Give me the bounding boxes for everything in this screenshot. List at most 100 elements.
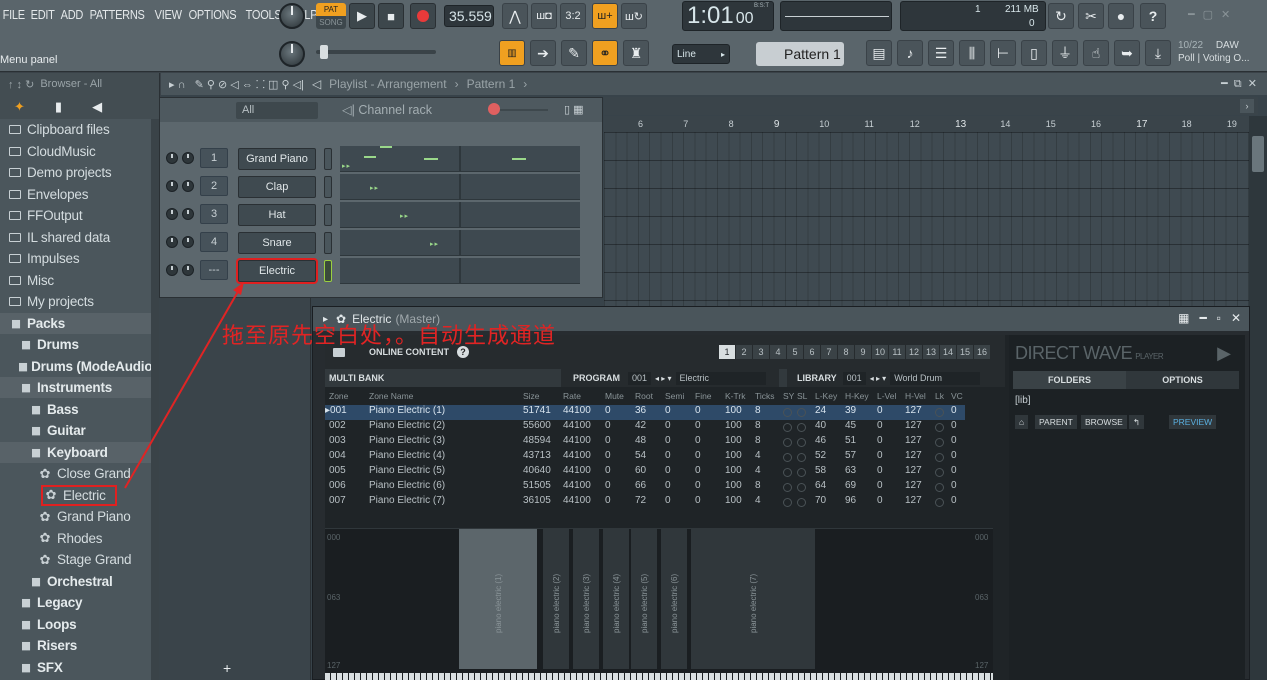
project-tree-button[interactable]: ⊢ xyxy=(990,40,1016,66)
channel-select-led[interactable] xyxy=(324,260,332,282)
library-nav-icon[interactable]: ◂ ▸ ▾ xyxy=(870,374,887,383)
play-button[interactable]: ▶ xyxy=(349,3,375,29)
menu-edit[interactable]: EDIT xyxy=(28,8,57,22)
page-button-12[interactable]: 12 xyxy=(906,345,922,359)
link-button[interactable]: ⚭ xyxy=(592,40,618,66)
playlist-tools-icon[interactable]: ▸ ∩ ✎ ⚲ ⊘ ◁ ⇔ ⸬ ◫ ⚲ ◁| xyxy=(169,77,304,92)
zone-toggle[interactable] xyxy=(783,468,792,477)
cut-tool-button[interactable]: ✂ xyxy=(1078,3,1104,29)
channel-step-sequence[interactable]: ▸▸ xyxy=(340,202,580,228)
stop-button[interactable]: ■ xyxy=(378,3,404,29)
channel-step-sequence[interactable]: ▸▸ xyxy=(340,146,580,172)
page-button-7[interactable]: 7 xyxy=(821,345,837,359)
channel-step-sequence[interactable] xyxy=(340,258,580,284)
channel-pan-knob[interactable] xyxy=(166,236,178,248)
channel-name-button[interactable]: Hat xyxy=(238,204,316,226)
zone-toggle[interactable] xyxy=(783,453,792,462)
page-button-14[interactable]: 14 xyxy=(940,345,956,359)
metronome-button[interactable]: ⋀ xyxy=(502,3,528,29)
tab-options[interactable]: OPTIONS xyxy=(1126,371,1239,389)
channel-filter-select[interactable]: All xyxy=(236,102,318,119)
browser-item-envelopes[interactable]: Envelopes xyxy=(0,184,152,205)
export-button[interactable]: ➥ xyxy=(1114,40,1140,66)
master-pitch-slider[interactable] xyxy=(316,45,436,59)
touch-button[interactable]: ☝ xyxy=(1083,40,1109,66)
zone-row[interactable]: 003 Piano Electric (3) 48594 44100 0 48 0 0 100 8… xyxy=(325,435,965,450)
browser-view-button[interactable]: ☰ xyxy=(928,40,954,66)
page-button-2[interactable]: 2 xyxy=(736,345,752,359)
browser-item-legacy[interactable]: ▮▮ Legacy xyxy=(0,592,152,613)
column-header[interactable]: SY xyxy=(783,391,794,401)
home-button[interactable]: ⌂ xyxy=(1015,415,1029,429)
column-header[interactable]: VC xyxy=(951,391,963,401)
browser-item-instruments[interactable]: ▮▮ Instruments xyxy=(0,377,152,398)
menu-patterns[interactable]: PATTERNS xyxy=(87,8,147,22)
audio-input-button[interactable]: ● xyxy=(1108,3,1134,29)
program-nav-icon[interactable]: ◂ ▸ ▾ xyxy=(655,374,672,383)
column-header[interactable]: Ticks xyxy=(755,391,775,401)
browser-item-packs[interactable]: ▮▮ Packs xyxy=(0,312,152,334)
browser-item-drums-modeaudio-[interactable]: ▮▮ Drums (ModeAudio) xyxy=(0,356,157,377)
library-number[interactable]: 001 xyxy=(842,371,866,385)
help-button[interactable]: ? xyxy=(1140,3,1166,29)
zone-row[interactable]: 005 Piano Electric (5) 40640 44100 0 60 0 0 100 4… xyxy=(325,465,965,480)
playlist-timeline-ruler[interactable]: 6 7 8 9 10 11 12 13 14 15 16 17 18 19 xyxy=(604,116,1258,132)
menu-add[interactable]: ADD xyxy=(58,8,86,22)
column-header[interactable]: L-Vel xyxy=(877,391,896,401)
zone-row[interactable]: 007 Piano Electric (7) 36105 44100 0 72 0 0 100 4… xyxy=(325,495,965,510)
page-button-8[interactable]: 8 xyxy=(838,345,854,359)
channel-rack-view-button[interactable]: ▤ xyxy=(866,40,892,66)
zone-toggle[interactable] xyxy=(797,483,806,492)
channel-pan-knob[interactable] xyxy=(166,208,178,220)
channel-select-led[interactable] xyxy=(324,148,332,170)
plugin-button[interactable]: ⏚ xyxy=(1052,40,1078,66)
channel-name-button[interactable]: Electric xyxy=(236,258,318,284)
browser-item-guitar[interactable]: ▮▮ Guitar xyxy=(0,420,152,441)
zone-toggle[interactable] xyxy=(935,453,944,462)
browser-item-drums[interactable]: ▮▮ Drums xyxy=(0,334,152,355)
zone-row[interactable]: ▸001 Piano Electric (1) 51741 44100 0 36 0 0 100… xyxy=(325,405,965,420)
browser-item-close-grand[interactable]: ✿ Close Grand xyxy=(0,463,152,484)
channel-step-sequence[interactable]: ▸▸ xyxy=(340,174,580,200)
browser-item-ffoutput[interactable]: FFOutput xyxy=(0,205,152,226)
mixer-view-button[interactable]: ⫼ xyxy=(959,40,985,66)
channel-volume-knob[interactable] xyxy=(182,264,194,276)
column-header[interactable]: Lk xyxy=(935,391,944,401)
zone-toggle[interactable] xyxy=(783,498,792,507)
column-header[interactable]: K-Trk xyxy=(725,391,745,401)
zone-toggle[interactable] xyxy=(935,498,944,507)
column-header[interactable]: Mute xyxy=(605,391,624,401)
page-button-9[interactable]: 9 xyxy=(855,345,871,359)
column-header[interactable]: H-Vel xyxy=(905,391,926,401)
browser-item-rhodes[interactable]: ✿ Rhodes xyxy=(0,528,152,549)
browser-scrollbar[interactable] xyxy=(151,119,159,680)
zone-toggle[interactable] xyxy=(797,468,806,477)
channel-select-led[interactable] xyxy=(324,204,332,226)
playlist-hscroll[interactable]: › xyxy=(604,97,1258,115)
page-button-15[interactable]: 15 xyxy=(957,345,973,359)
page-button-4[interactable]: 4 xyxy=(770,345,786,359)
draw-tool-button[interactable]: ✎ xyxy=(561,40,587,66)
close-icon[interactable]: ✕ xyxy=(1221,8,1230,21)
zone-keymap[interactable]: piano electric (1) piano electric (2) pian… xyxy=(325,528,993,680)
column-header[interactable]: Semi xyxy=(665,391,684,401)
column-header[interactable]: L-Key xyxy=(815,391,837,401)
zone-toggle[interactable] xyxy=(935,423,944,432)
piano-roll-view-button[interactable]: ♪ xyxy=(897,40,923,66)
zone-toggle[interactable] xyxy=(935,408,944,417)
maximize-icon[interactable]: ▫ xyxy=(1217,311,1221,325)
browser-item-misc[interactable]: Misc xyxy=(0,270,152,291)
keyboard-strip[interactable] xyxy=(325,673,993,680)
menu-options[interactable]: OPTIONS xyxy=(186,8,239,22)
channel-name-button[interactable]: Snare xyxy=(238,232,316,254)
browser-item-loops[interactable]: ▮▮ Loops xyxy=(0,614,152,635)
zone-row[interactable]: 004 Piano Electric (4) 43713 44100 0 54 0 0 100 4… xyxy=(325,450,965,465)
browser-item-demo-projects[interactable]: Demo projects xyxy=(0,162,152,183)
record-button[interactable] xyxy=(410,3,436,29)
snap-select[interactable]: Line ▸ xyxy=(672,44,730,64)
zone-row[interactable]: 002 Piano Electric (2) 55600 44100 0 42 0 0 100 8… xyxy=(325,420,965,435)
zone-row[interactable]: 006 Piano Electric (6) 51505 44100 0 66 0 0 100 8… xyxy=(325,480,965,495)
back-button[interactable]: ↰ xyxy=(1129,415,1145,429)
browser-item-sfx[interactable]: ▮▮ SFX xyxy=(0,657,152,678)
stamp-button[interactable]: ♜ xyxy=(623,40,649,66)
